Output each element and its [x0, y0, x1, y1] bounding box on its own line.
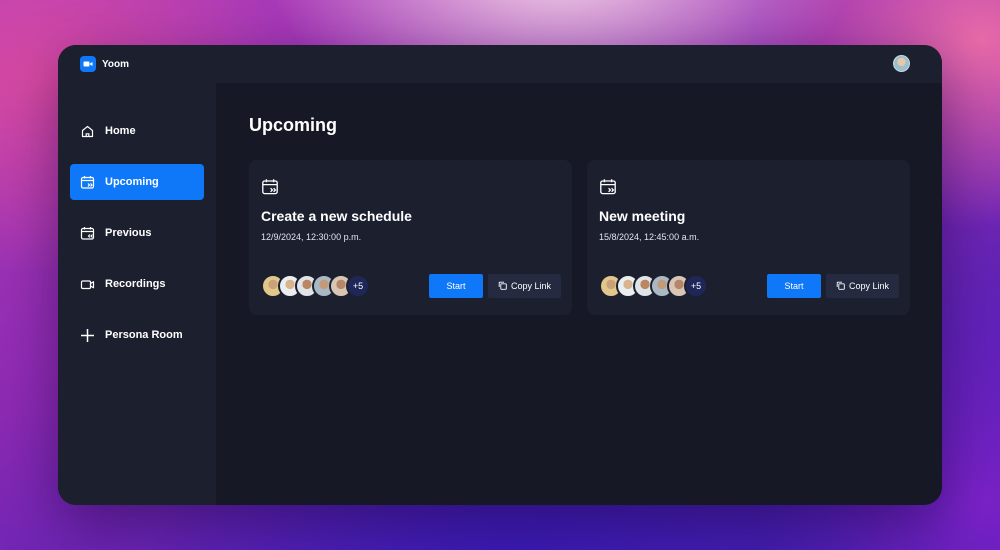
card-footer: +5 Start Copy Link: [599, 274, 899, 298]
copy-link-label: Copy Link: [848, 281, 890, 291]
copy-icon: [836, 281, 845, 292]
copy-link-button[interactable]: Copy Link: [826, 274, 899, 298]
main-content: Upcoming Create a new schedule 12/9/2024…: [216, 83, 942, 505]
app-name: Yoom: [102, 58, 130, 70]
sidebar-item-persona-room[interactable]: Persona Room: [70, 317, 204, 353]
app-logo[interactable]: Yoom: [80, 56, 129, 72]
copy-link-button[interactable]: Copy Link: [488, 274, 561, 298]
card-footer: +5 Start Copy Link: [261, 274, 561, 298]
sidebar-item-label: Home: [105, 125, 136, 137]
more-attendees-count: +5: [684, 274, 708, 298]
sidebar-item-label: Upcoming: [105, 176, 159, 188]
sidebar-item-label: Recordings: [105, 278, 166, 290]
calendar-upcoming-icon: [599, 178, 617, 196]
sidebar-item-upcoming[interactable]: Upcoming: [70, 164, 204, 200]
calendar-upcoming-icon: [80, 175, 95, 190]
sidebar-item-home[interactable]: Home: [70, 113, 204, 149]
copy-icon: [498, 281, 507, 292]
sidebar: Home Upcoming Previous Recordings Person…: [58, 83, 216, 505]
copy-link-label: Copy Link: [510, 281, 552, 291]
meeting-title: New meeting: [599, 208, 686, 224]
meeting-date: 15/8/2024, 12:45:00 a.m.: [599, 232, 700, 242]
calendar-previous-icon: [80, 226, 95, 241]
sidebar-item-label: Previous: [105, 227, 152, 239]
meeting-title: Create a new schedule: [261, 208, 412, 224]
meeting-cards: Create a new schedule 12/9/2024, 12:30:0…: [249, 160, 912, 315]
start-button[interactable]: Start: [767, 274, 821, 298]
sidebar-item-previous[interactable]: Previous: [70, 215, 204, 251]
app-window: Yoom Home Upcoming Previous Recordings P…: [58, 45, 942, 505]
attendee-avatars: +5: [261, 274, 370, 298]
calendar-upcoming-icon: [261, 178, 279, 196]
plus-icon: [80, 328, 95, 343]
card-actions: Start Copy Link: [429, 274, 561, 298]
meeting-card: Create a new schedule 12/9/2024, 12:30:0…: [249, 160, 572, 315]
more-attendees-count: +5: [346, 274, 370, 298]
user-avatar[interactable]: [893, 55, 910, 72]
attendee-avatars: +5: [599, 274, 708, 298]
start-button[interactable]: Start: [429, 274, 483, 298]
video-icon: [80, 277, 95, 292]
top-bar: Yoom: [58, 45, 942, 83]
card-actions: Start Copy Link: [767, 274, 899, 298]
page-title: Upcoming: [249, 115, 337, 135]
sidebar-item-label: Persona Room: [105, 329, 183, 341]
home-icon: [80, 124, 95, 139]
meeting-card: New meeting 15/8/2024, 12:45:00 a.m. +5 …: [587, 160, 910, 315]
meeting-date: 12/9/2024, 12:30:00 p.m.: [261, 232, 362, 242]
sidebar-item-recordings[interactable]: Recordings: [70, 266, 204, 302]
camera-logo-icon: [80, 56, 96, 72]
